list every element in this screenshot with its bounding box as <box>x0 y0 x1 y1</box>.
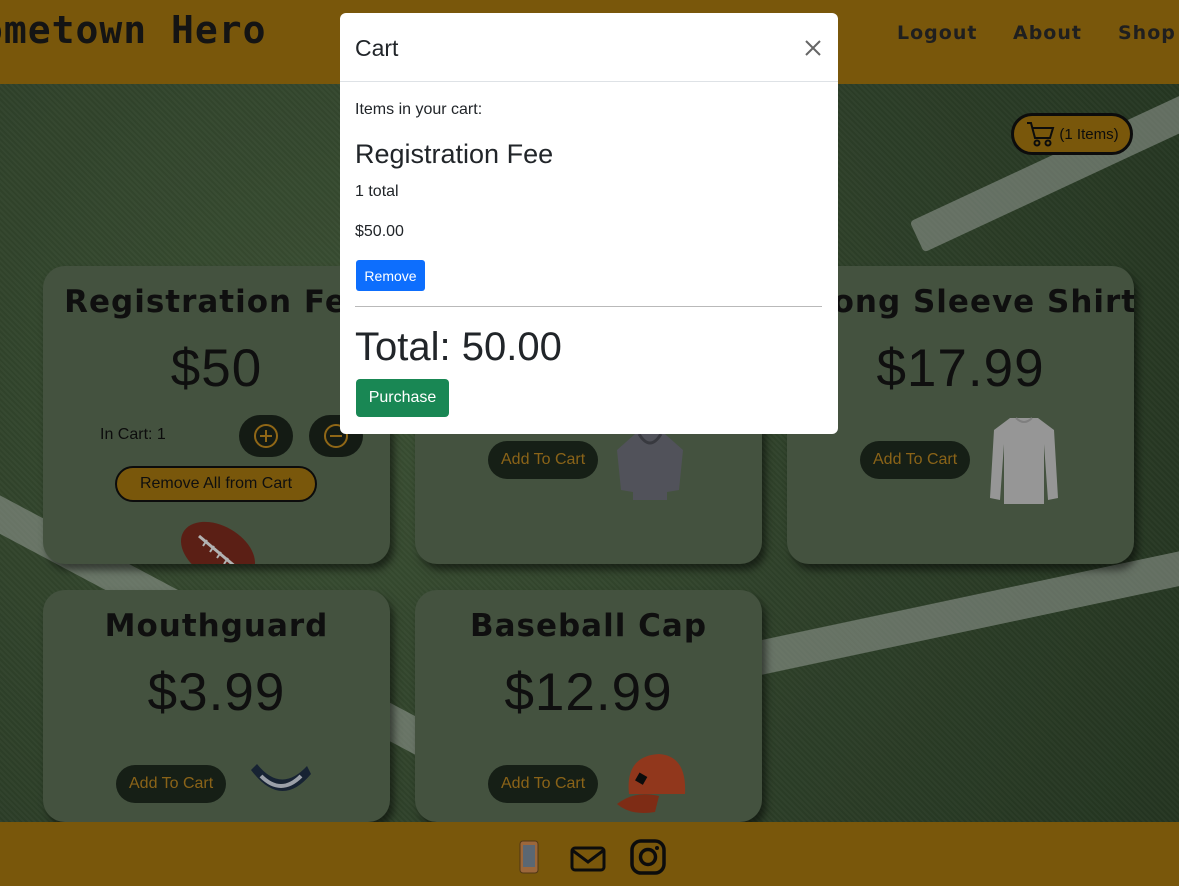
cart-modal: Cart Items in your cart: Registration Fe… <box>340 13 838 434</box>
close-icon[interactable] <box>802 37 824 59</box>
cart-item-price: $50.00 <box>355 223 404 240</box>
divider <box>355 306 822 307</box>
remove-item-button[interactable]: Remove <box>356 260 425 291</box>
cart-total: Total: 50.00 <box>355 325 562 369</box>
items-label: Items in your cart: <box>355 101 483 118</box>
purchase-button[interactable]: Purchase <box>356 379 449 417</box>
cart-item-name: Registration Fee <box>355 139 554 169</box>
modal-title: Cart <box>355 35 399 61</box>
cart-item-quantity: 1 total <box>355 183 399 200</box>
modal-header: Cart <box>340 13 838 82</box>
